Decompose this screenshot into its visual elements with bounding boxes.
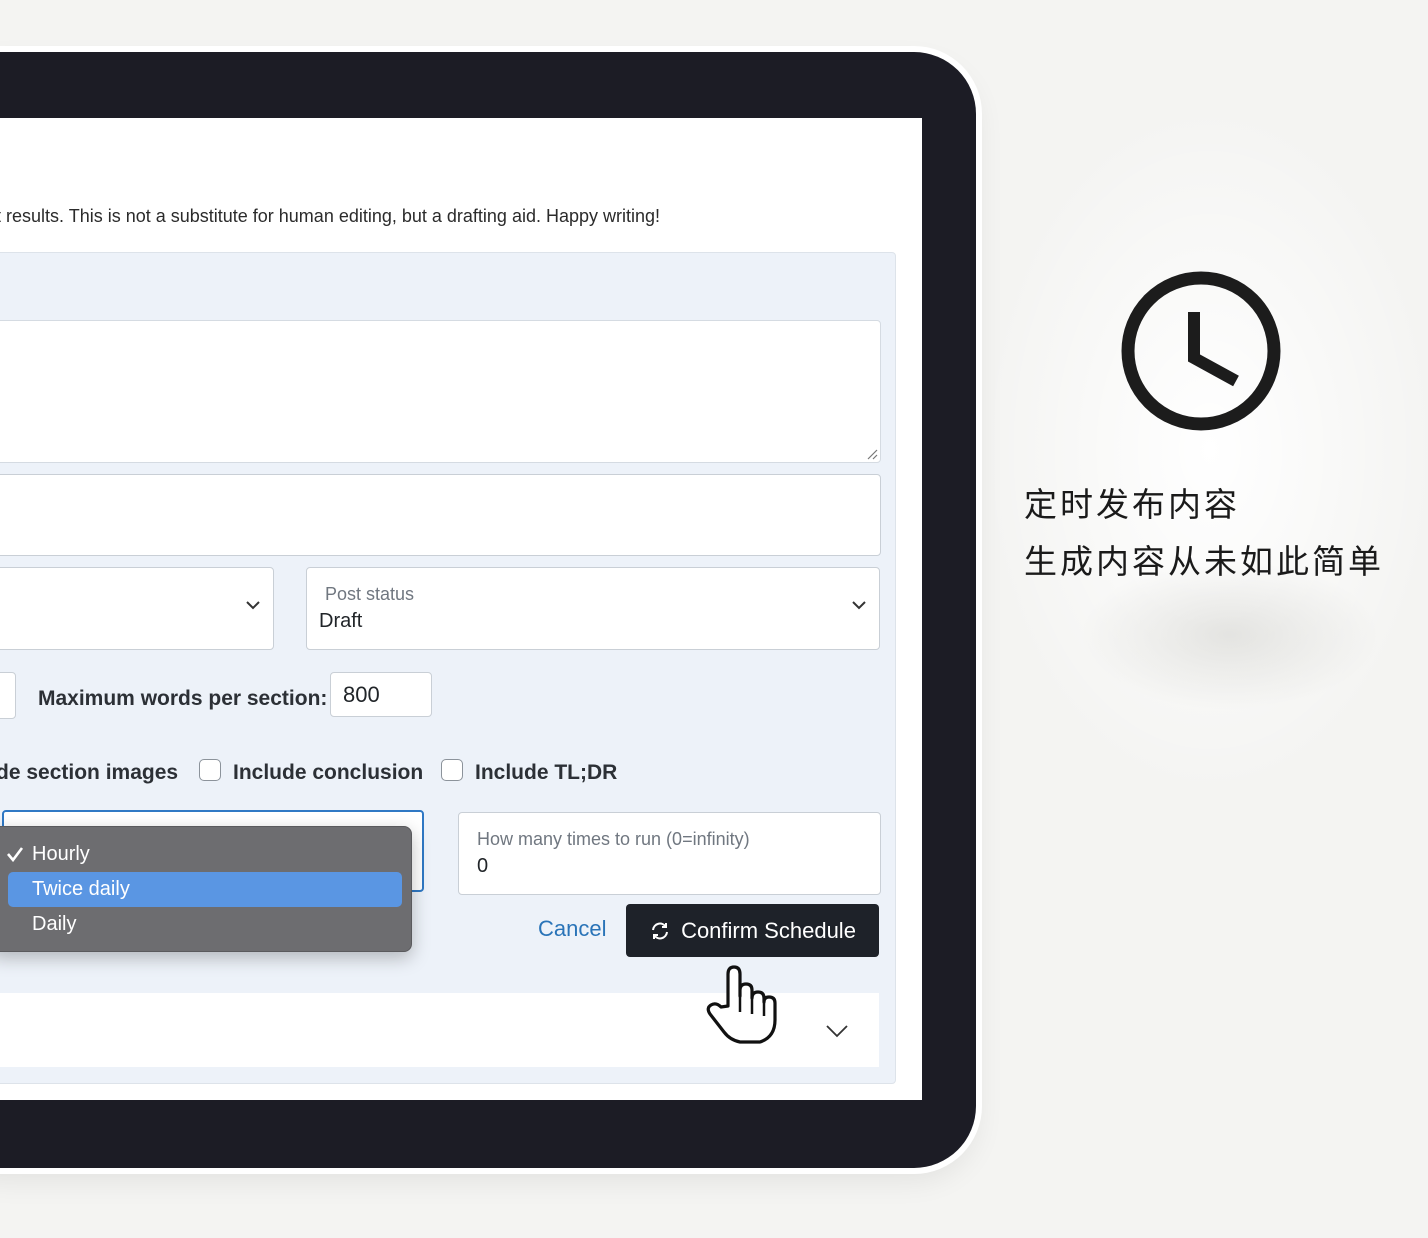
- resize-grip-icon[interactable]: [866, 448, 878, 460]
- run-times-label: How many times to run (0=infinity): [477, 829, 750, 849]
- hand-pointer-icon: [706, 965, 777, 1044]
- run-times-value: 0: [477, 855, 489, 877]
- post-status-select[interactable]: Post status Draft: [306, 567, 880, 650]
- menu-item-daily[interactable]: Daily: [32, 907, 76, 942]
- menu-item-hourly[interactable]: Hourly: [32, 837, 90, 872]
- confirm-schedule-label: Confirm Schedule: [681, 917, 856, 943]
- max-words-input[interactable]: 800: [330, 672, 432, 717]
- check-icon: [7, 847, 24, 862]
- run-times-input[interactable]: How many times to run (0=infinity) 0: [458, 812, 881, 895]
- clock-icon: [1121, 271, 1281, 431]
- promo-line-2: 生成内容从未如此简单: [1024, 542, 1384, 581]
- chevron-down-icon[interactable]: [826, 1024, 848, 1038]
- chevron-down-icon: [246, 601, 260, 610]
- confirm-schedule-button[interactable]: Confirm Schedule: [626, 904, 879, 957]
- tldr-checkbox[interactable]: [441, 759, 463, 781]
- post-status-value: Draft: [319, 610, 363, 632]
- post-status-label: Post status: [325, 584, 415, 604]
- conclusion-label[interactable]: Include conclusion: [233, 761, 423, 785]
- cancel-link[interactable]: Cancel: [538, 916, 606, 942]
- max-words-label: Maximum words per section:: [38, 687, 328, 710]
- tldr-label[interactable]: Include TL;DR: [475, 761, 617, 785]
- intro-text: t results. This is not a substitute for …: [0, 206, 661, 226]
- min-words-input[interactable]: [0, 672, 16, 719]
- refresh-icon: [652, 922, 669, 939]
- prompt-textarea[interactable]: [0, 320, 881, 463]
- promo-line-1: 定时发布内容: [1024, 485, 1240, 524]
- section-images-label[interactable]: de section images: [0, 761, 178, 785]
- conclusion-checkbox[interactable]: [199, 759, 221, 781]
- chevron-down-icon: [852, 601, 866, 610]
- menu-item-twice-daily[interactable]: Twice daily: [32, 872, 130, 907]
- category-select[interactable]: [0, 567, 274, 650]
- title-input[interactable]: [0, 474, 881, 556]
